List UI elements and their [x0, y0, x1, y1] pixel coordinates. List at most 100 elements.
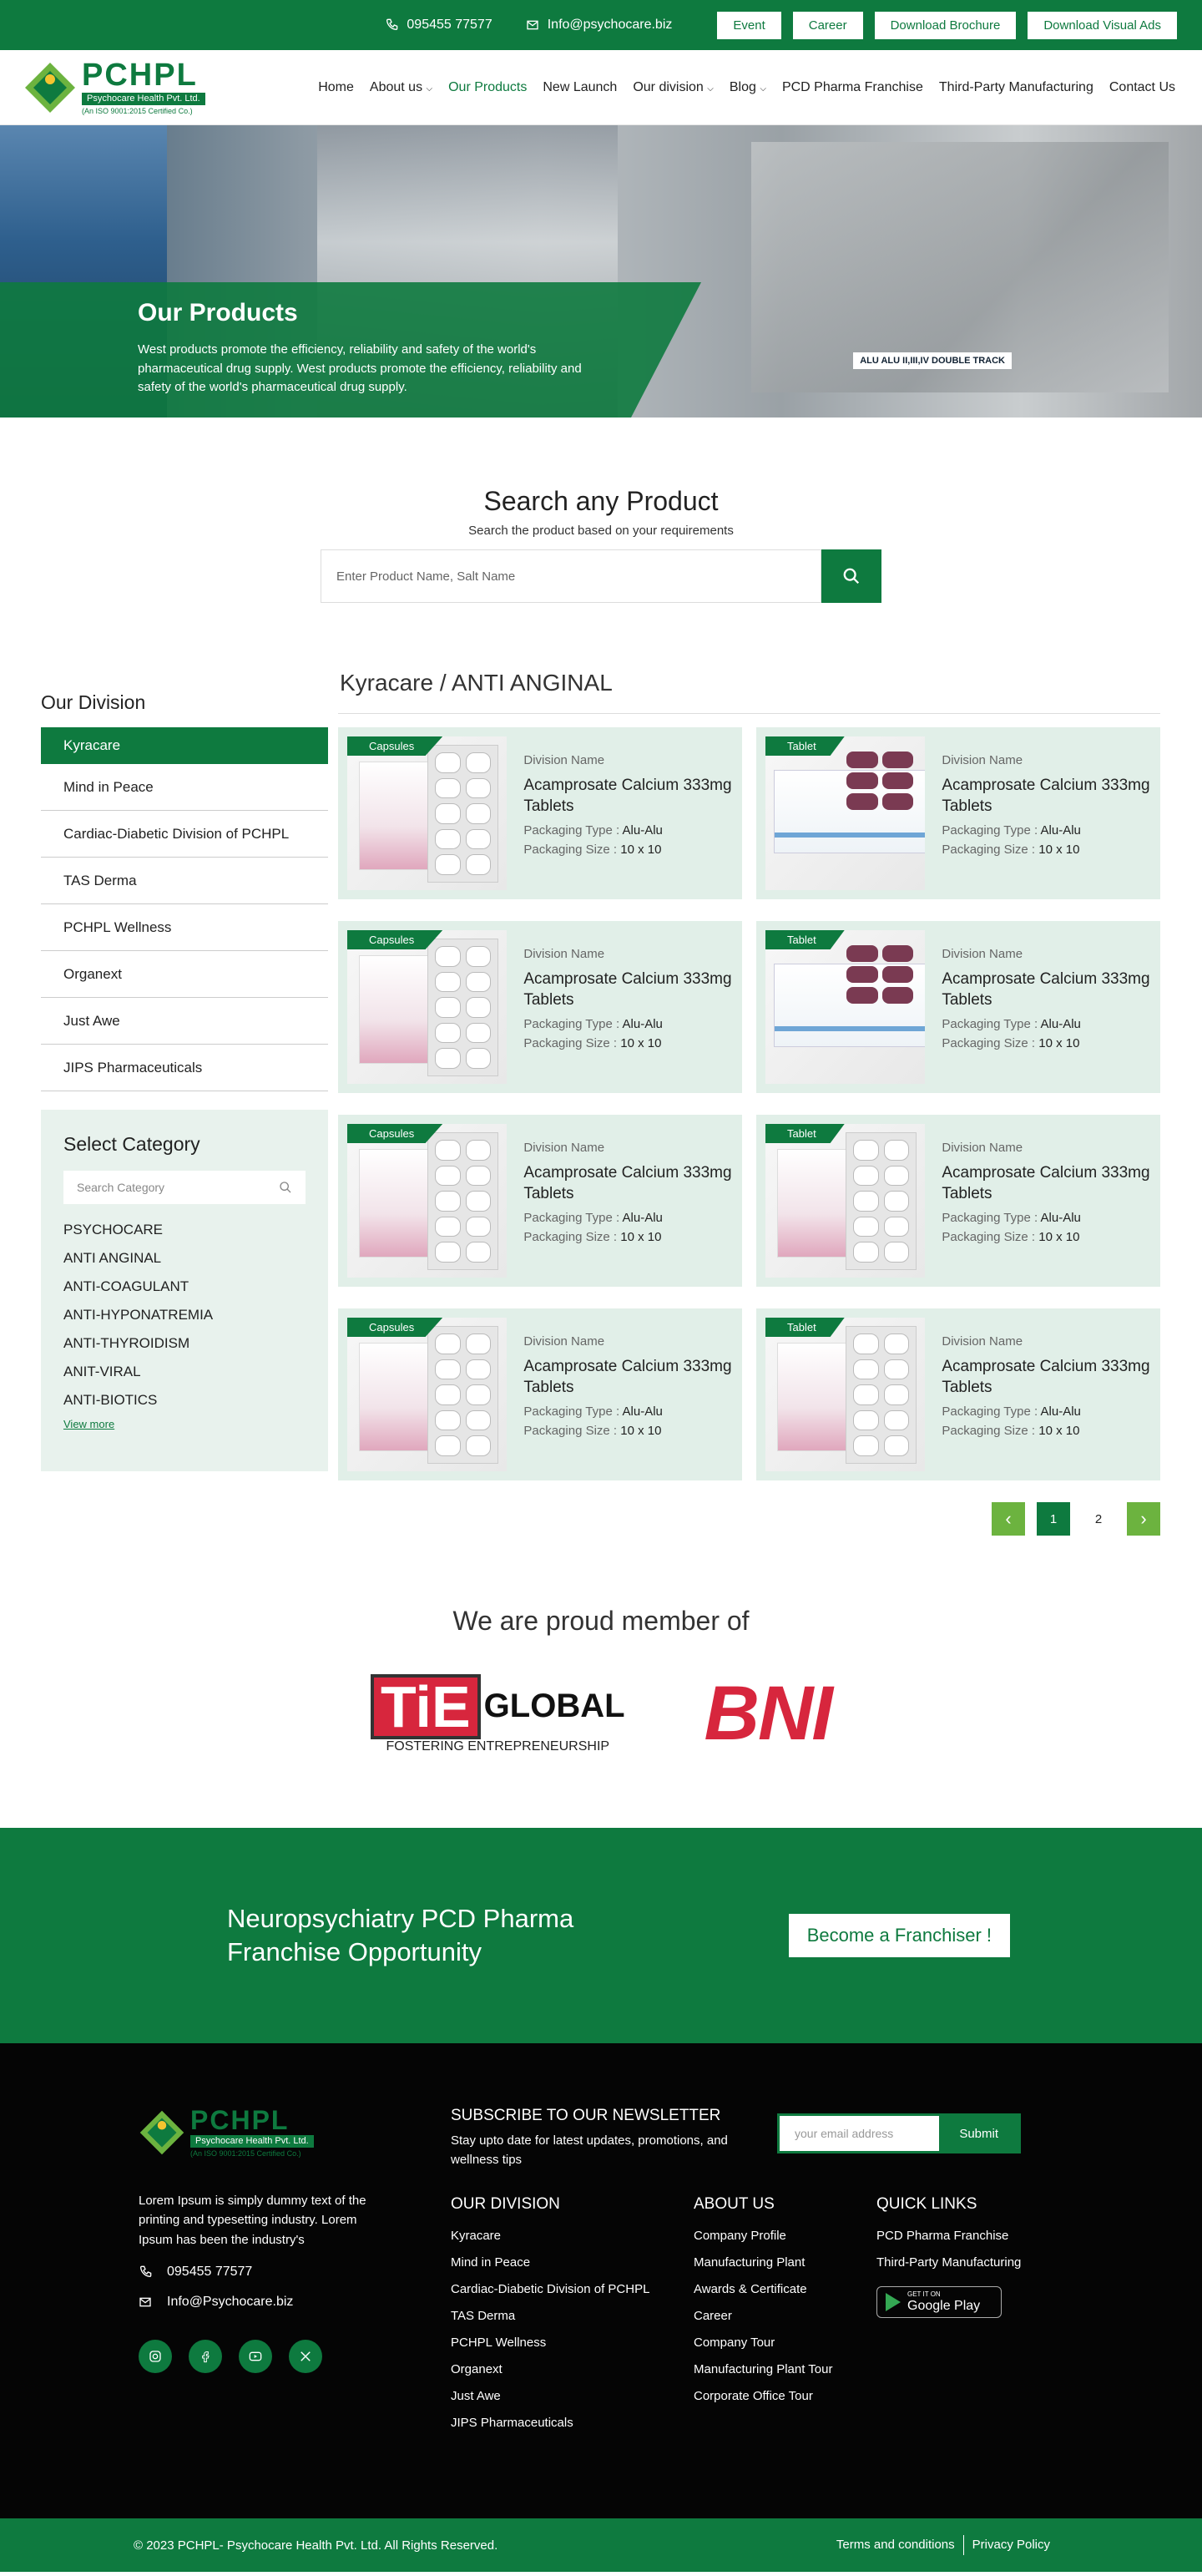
page-1-button[interactable]: 1 — [1037, 1502, 1070, 1536]
packaging-type-label: Packaging Type : — [523, 1017, 620, 1032]
division-item-cardiac-diabetic[interactable]: Cardiac-Diabetic Division of PCHPL — [41, 811, 328, 858]
nav-our-division[interactable]: Our division ⌵ — [633, 80, 714, 95]
packaging-type-label: Packaging Type : — [942, 823, 1038, 838]
packaging-size: Packaging Size : 10 x 10 — [942, 1036, 1151, 1050]
category-item[interactable]: ANTI-HYPONATREMIA — [63, 1301, 306, 1329]
packaging-size-value: 10 x 10 — [620, 1424, 662, 1439]
footer-link[interactable]: Cardiac-Diabetic Division of PCHPL — [451, 2282, 649, 2296]
footer-link[interactable]: Third-Party Manufacturing — [876, 2255, 1021, 2270]
packaging-type: Packaging Type : Alu-Alu — [942, 1404, 1151, 1419]
privacy-link[interactable]: Privacy Policy — [964, 2538, 1058, 2552]
terms-link[interactable]: Terms and conditions — [828, 2538, 963, 2552]
x-twitter-icon[interactable] — [289, 2339, 322, 2373]
view-more-link[interactable]: View more — [63, 1418, 306, 1430]
division-item-pchpl-wellness[interactable]: PCHPL Wellness — [41, 904, 328, 951]
nav-third-party[interactable]: Third-Party Manufacturing — [939, 80, 1093, 95]
footer-link[interactable]: Company Tour — [694, 2336, 833, 2350]
footer-link[interactable]: Mind in Peace — [451, 2255, 649, 2270]
footer-link[interactable]: Career — [694, 2309, 833, 2323]
footer-link[interactable]: Corporate Office Tour — [694, 2389, 833, 2403]
footer-link[interactable]: Company Profile — [694, 2229, 833, 2243]
category-item[interactable]: ANTI-COAGULANT — [63, 1273, 306, 1301]
footer-logo-cert: (An ISO 9001:2015 Certified Co.) — [190, 2149, 301, 2158]
product-name: Acamprosate Calcium 333mg Tablets — [523, 1164, 732, 1202]
nav-menu: Home About us ⌵ Our Products New Launch … — [318, 80, 1175, 95]
footer-link[interactable]: PCD Pharma Franchise — [876, 2229, 1021, 2243]
footer-link[interactable]: JIPS Pharmaceuticals — [451, 2416, 649, 2430]
division-item-kyracare[interactable]: Kyracare — [41, 727, 328, 764]
google-play-badge[interactable]: GET IT ON Google Play — [876, 2286, 1002, 2319]
division-item-just-awe[interactable]: Just Awe — [41, 998, 328, 1045]
footer-link[interactable]: Manufacturing Plant — [694, 2255, 833, 2270]
nav-home[interactable]: Home — [318, 80, 354, 95]
packaging-type-value: Alu-Alu — [622, 1017, 663, 1032]
nav-new-launch[interactable]: New Launch — [543, 80, 617, 95]
newsletter-text: Stay upto date for latest updates, promo… — [451, 2133, 728, 2167]
product-card[interactable]: Tablet Division Name Acamprosate Calcium… — [756, 1115, 1160, 1287]
chevron-down-icon: ⌵ — [760, 84, 766, 94]
newsletter: SUBSCRIBE TO OUR NEWSLETTER Stay upto da… — [451, 2107, 735, 2169]
product-card[interactable]: Capsules Division Name Acamprosate Calci… — [338, 727, 742, 899]
nav-pcd-franchise[interactable]: PCD Pharma Franchise — [782, 80, 923, 95]
page-2-button[interactable]: 2 — [1082, 1502, 1115, 1536]
division-item-mind-in-peace[interactable]: Mind in Peace — [41, 764, 328, 811]
mail-icon — [139, 2297, 151, 2307]
footer-link[interactable]: Kyracare — [451, 2229, 649, 2243]
product-card[interactable]: Capsules Division Name Acamprosate Calci… — [338, 921, 742, 1093]
product-card[interactable]: Tablet Division Name Acamprosate Calcium… — [756, 1308, 1160, 1480]
division-item-organext[interactable]: Organext — [41, 951, 328, 998]
category-item[interactable]: ANIT-VIRAL — [63, 1358, 306, 1386]
logo-tagline: Psychocare Health Pvt. Ltd. — [82, 93, 205, 105]
download-visual-ads-button[interactable]: Download Visual Ads — [1028, 11, 1177, 39]
product-division: Division Name — [942, 947, 1023, 961]
product-card[interactable]: Capsules Division Name Acamprosate Calci… — [338, 1308, 742, 1480]
next-page-button[interactable]: › — [1127, 1502, 1160, 1536]
footer-phone[interactable]: 095455 77577 — [139, 2265, 389, 2280]
footer-link[interactable]: Just Awe — [451, 2389, 649, 2403]
instagram-icon[interactable] — [139, 2339, 172, 2373]
nav-our-products[interactable]: Our Products — [448, 80, 527, 95]
download-brochure-button[interactable]: Download Brochure — [874, 11, 1017, 39]
category-item[interactable]: ANTI ANGINAL — [63, 1244, 306, 1273]
packaging-size: Packaging Size : 10 x 10 — [523, 843, 733, 857]
page-title: Our Products — [138, 299, 298, 326]
event-button[interactable]: Event — [717, 11, 781, 39]
footer-email[interactable]: Info@Psychocare.biz — [139, 2295, 389, 2310]
footer-link[interactable]: Organext — [451, 2362, 649, 2376]
search-button[interactable] — [821, 549, 881, 603]
career-button[interactable]: Career — [792, 11, 863, 39]
footer-link[interactable]: TAS Derma — [451, 2309, 649, 2323]
gplay-big: Google Play — [907, 2298, 981, 2313]
footer-link[interactable]: Awards & Certificate — [694, 2282, 833, 2296]
top-phone[interactable]: 095455 77577 — [385, 18, 492, 33]
division-item-jips[interactable]: JIPS Pharmaceuticals — [41, 1045, 328, 1091]
newsletter-email-input[interactable]: your email address — [780, 2127, 939, 2140]
category-search-input[interactable]: Search Category — [63, 1171, 306, 1204]
breadcrumb: Kyracare / ANTI ANGINAL — [338, 670, 1160, 714]
product-card[interactable]: Tablet Division Name Acamprosate Calcium… — [756, 921, 1160, 1093]
footer-logo[interactable]: PCHPL Psychocare Health Pvt. Ltd. (An IS… — [139, 2107, 389, 2158]
category-item[interactable]: PSYCHOCARE — [63, 1216, 306, 1244]
phone-icon — [139, 2265, 152, 2277]
facebook-icon[interactable] — [189, 2339, 222, 2373]
product-image — [347, 1318, 508, 1471]
nav-blog[interactable]: Blog ⌵ — [730, 80, 766, 95]
product-image — [765, 1124, 926, 1278]
product-card[interactable]: Tablet Division Name Acamprosate Calcium… — [756, 727, 1160, 899]
category-item[interactable]: ANTI-THYROIDISM — [63, 1329, 306, 1358]
bni-logo: BNI — [704, 1671, 833, 1756]
top-email[interactable]: Info@psychocare.biz — [526, 18, 672, 33]
site-logo[interactable]: PCHPL Psychocare Health Pvt. Ltd. (An IS… — [23, 59, 205, 115]
search-input[interactable]: Enter Product Name, Salt Name — [321, 549, 821, 603]
category-item[interactable]: ANTI-BIOTICS — [63, 1386, 306, 1415]
nav-contact[interactable]: Contact Us — [1109, 80, 1175, 95]
youtube-icon[interactable] — [239, 2339, 272, 2373]
division-item-tas-derma[interactable]: TAS Derma — [41, 858, 328, 904]
product-card[interactable]: Capsules Division Name Acamprosate Calci… — [338, 1115, 742, 1287]
prev-page-button[interactable]: ‹ — [992, 1502, 1025, 1536]
footer-link[interactable]: Manufacturing Plant Tour — [694, 2362, 833, 2376]
footer-link[interactable]: PCHPL Wellness — [451, 2336, 649, 2350]
nav-about[interactable]: About us ⌵ — [370, 80, 432, 95]
newsletter-submit-button[interactable]: Submit — [939, 2116, 1018, 2151]
become-franchiser-button[interactable]: Become a Franchiser ! — [788, 1914, 1010, 1957]
